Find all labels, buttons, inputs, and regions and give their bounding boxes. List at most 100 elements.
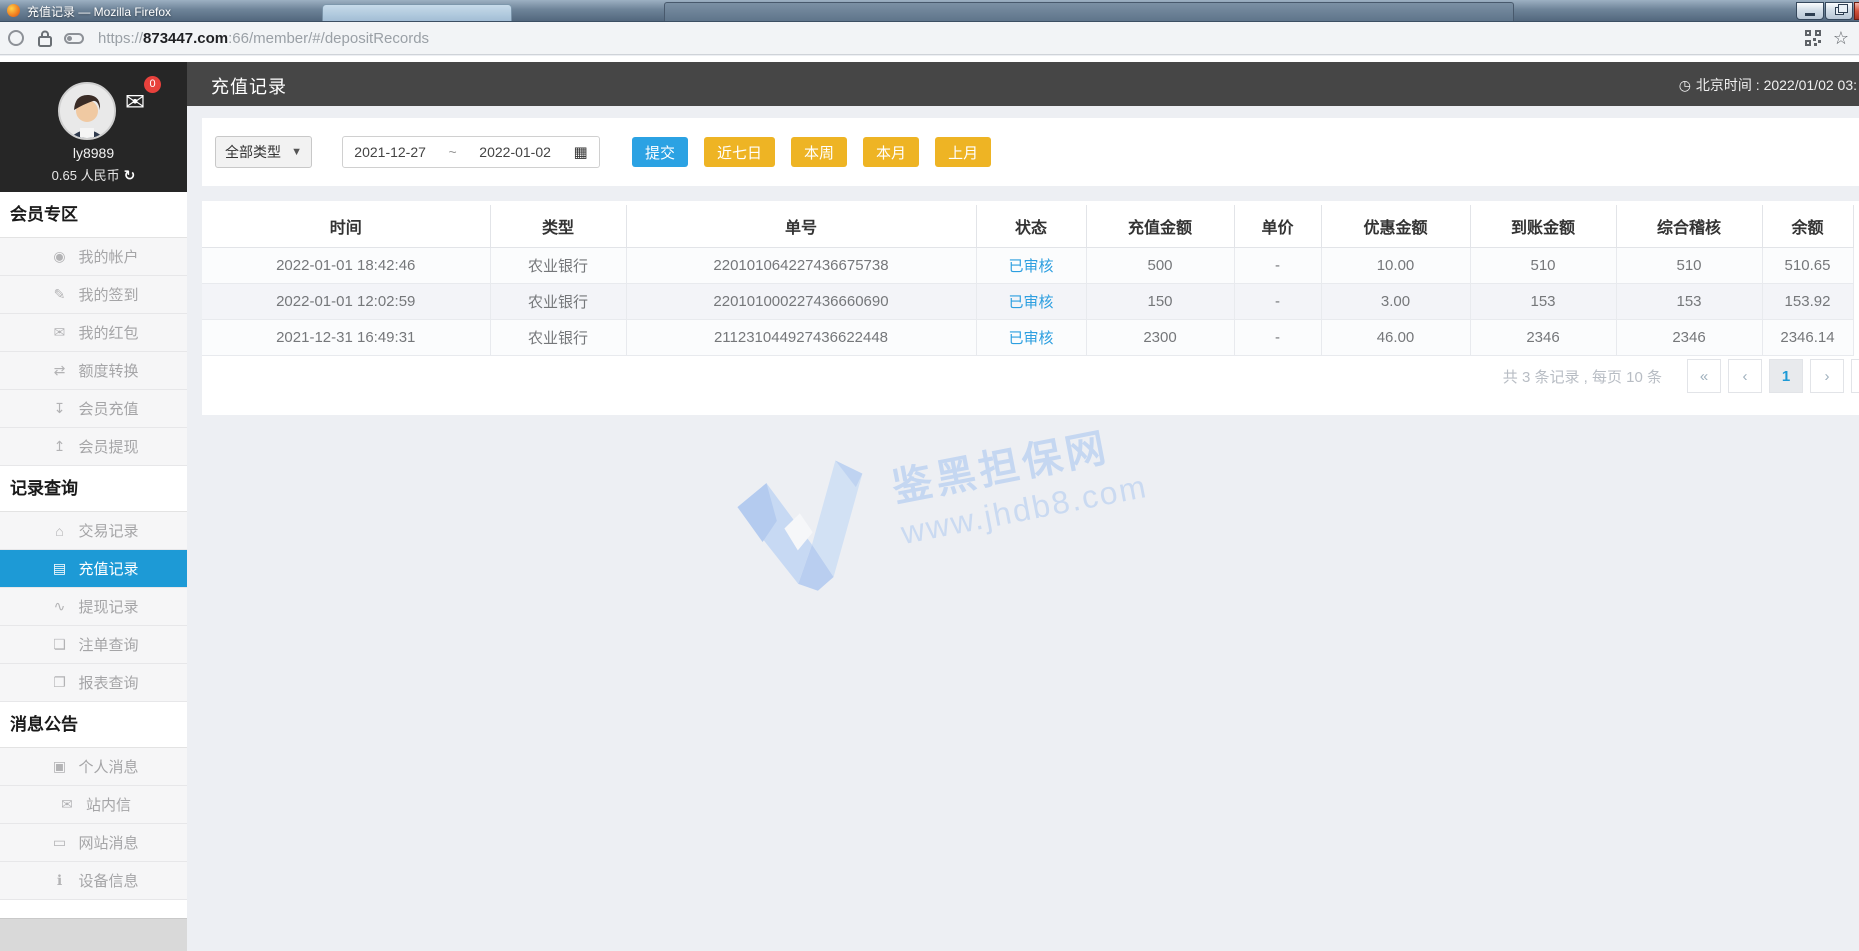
sidebar-item-label: 我的红包 <box>78 325 139 342</box>
calendar-icon[interactable]: ▦ <box>574 143 588 161</box>
url-domain: 873447.com <box>143 29 229 47</box>
cell-balance: 2346.14 <box>1762 319 1854 356</box>
id-card-icon: ▣ <box>52 758 67 774</box>
close-button[interactable] <box>1854 2 1859 20</box>
this-week-button[interactable]: 本周 <box>791 137 848 167</box>
cell-order-number: 220101064227436675738 <box>626 247 977 284</box>
date-end-value[interactable]: 2022-01-02 <box>479 144 551 160</box>
col-type: 类型 <box>490 205 627 248</box>
avatar[interactable] <box>58 82 116 140</box>
date-separator: ~ <box>448 144 457 160</box>
table-row: 2022-01-01 12:02:59 农业银行 220101000227436… <box>202 283 1854 320</box>
type-select-value: 全部类型 <box>225 144 281 160</box>
section-title-message-notice: 消息公告 <box>0 702 187 748</box>
message-count-badge: 0 <box>144 76 161 93</box>
sidebar-item-my-redpacket[interactable]: ✉ 我的红包 <box>0 314 187 352</box>
permissions-icon[interactable] <box>64 32 84 44</box>
cell-discount-amount: 10.00 <box>1321 247 1471 284</box>
qr-code-icon[interactable] <box>1804 30 1821 46</box>
sidebar-item-withdraw-records[interactable]: ∿ 提现记录 <box>0 588 187 626</box>
col-unit-price: 单价 <box>1234 205 1322 248</box>
pagination-first-button[interactable]: « <box>1687 359 1721 393</box>
restore-button[interactable] <box>1825 2 1853 20</box>
last-seven-days-button[interactable]: 近七日 <box>704 137 776 167</box>
browser-urlbar[interactable]: https://873447.com:66/member/#/depositRe… <box>0 22 1859 55</box>
pencil-icon: ✎ <box>53 286 66 302</box>
watermark-site-url: www.jhdb8.com <box>897 467 1151 551</box>
watermark-logo-icon <box>737 460 863 591</box>
sidebar-item-label: 会员提现 <box>78 439 139 456</box>
col-deposit-amount: 充值金额 <box>1086 205 1235 248</box>
date-range-input[interactable]: 2021-12-27 ~ 2022-01-02 ▦ <box>342 136 600 168</box>
cell-arrival-amount: 2346 <box>1470 319 1617 356</box>
user-circle-icon: ◉ <box>53 248 66 264</box>
deposit-card-icon: ▤ <box>52 560 67 576</box>
monitor-icon: ▭ <box>52 834 67 850</box>
minimize-button[interactable] <box>1796 2 1824 20</box>
this-month-button[interactable]: 本月 <box>863 137 920 167</box>
section-title-records-query: 记录查询 <box>0 466 187 512</box>
sidebar-item-label: 站内信 <box>85 797 131 814</box>
last-month-button[interactable]: 上月 <box>935 137 992 167</box>
chevron-down-icon: ▼ <box>291 146 302 158</box>
url-scheme: https:// <box>98 29 144 47</box>
sidebar-item-member-withdraw[interactable]: ↥ 会员提现 <box>0 428 187 466</box>
filter-panel: 全部类型 ▼ 2021-12-27 ~ 2022-01-02 ▦ 提交 近七日 本… <box>202 118 1859 186</box>
col-time: 时间 <box>202 205 491 248</box>
pagination-prev-button[interactable]: ‹ <box>1728 359 1762 393</box>
cell-unit-price: - <box>1234 247 1322 284</box>
minimize-icon <box>1805 12 1815 16</box>
sidebar-item-member-deposit[interactable]: ↧ 会员充值 <box>0 390 187 428</box>
sidebar-item-label: 交易记录 <box>78 523 139 540</box>
mail-icon: ✉ <box>61 796 73 812</box>
col-arrival-amount: 到账金额 <box>1470 205 1617 248</box>
profile-panel: ✉ 0 ly8989 0.65 人民币 ↻ <box>0 62 187 192</box>
window-title: 充值记录 — Mozilla Firefox <box>27 5 172 19</box>
lock-icon[interactable] <box>38 30 52 47</box>
cell-order-number: 211231044927436622448 <box>626 319 977 356</box>
cell-deposit-amount: 500 <box>1086 247 1235 284</box>
background-window-fragment <box>322 4 512 21</box>
sidebar-item-bet-query[interactable]: ❏ 注单查询 <box>0 626 187 664</box>
sidebar-item-my-account[interactable]: ◉ 我的帐户 <box>0 238 187 276</box>
download-icon: ↧ <box>53 400 66 416</box>
sidebar-item-site-mail[interactable]: ✉ 站内信 <box>0 786 187 824</box>
sidebar-item-personal-message[interactable]: ▣ 个人消息 <box>0 748 187 786</box>
date-start-value[interactable]: 2021-12-27 <box>354 144 426 160</box>
url-text[interactable]: https://873447.com:66/member/#/depositRe… <box>98 30 429 47</box>
cell-unit-price: - <box>1234 319 1322 356</box>
pagination-page-1-button[interactable]: 1 <box>1769 359 1803 393</box>
sidebar-item-label: 设备信息 <box>78 873 139 890</box>
status-link[interactable]: 已审核 <box>1008 330 1053 347</box>
page-action-circle-icon[interactable] <box>8 30 24 46</box>
sidebar-item-device-info[interactable]: ℹ 设备信息 <box>0 862 187 900</box>
beijing-time-text: 北京时间 : 2022/01/02 03: <box>1695 77 1857 93</box>
message-envelope-icon[interactable]: ✉ <box>125 88 145 117</box>
status-link[interactable]: 已审核 <box>1008 258 1053 275</box>
sidebar-item-my-checkin[interactable]: ✎ 我的签到 <box>0 276 187 314</box>
cell-deposit-amount: 150 <box>1086 283 1235 320</box>
refresh-balance-icon[interactable]: ↻ <box>124 167 136 183</box>
cell-arrival-amount: 153 <box>1470 283 1617 320</box>
status-link[interactable]: 已审核 <box>1008 294 1053 311</box>
sidebar-item-deposit-records[interactable]: ▤ 充值记录 <box>0 550 187 588</box>
pagination-next-button[interactable]: › <box>1810 359 1844 393</box>
balance-value: 0.65 人民币 <box>51 168 120 183</box>
table-row: 2022-01-01 18:42:46 农业银行 220101064227436… <box>202 247 1854 284</box>
cell-order-number: 220101000227436660690 <box>626 283 977 320</box>
background-window-fragment <box>664 2 1514 21</box>
pagination-last-button[interactable]: » <box>1851 359 1859 393</box>
upload-icon: ↥ <box>53 438 66 454</box>
bookmark-star-icon[interactable]: ☆ <box>1833 29 1849 47</box>
window-titlebar: 充值记录 — Mozilla Firefox <box>0 0 1859 22</box>
cell-balance: 510.65 <box>1762 247 1854 284</box>
sidebar-item-website-message[interactable]: ▭ 网站消息 <box>0 824 187 862</box>
cell-audit: 153 <box>1616 283 1763 320</box>
sidebar-item-transaction-records[interactable]: ⌂ 交易记录 <box>0 512 187 550</box>
type-select[interactable]: 全部类型 ▼ <box>215 136 312 168</box>
submit-button[interactable]: 提交 <box>632 137 689 167</box>
cell-time: 2021-12-31 16:49:31 <box>202 319 491 356</box>
sidebar-item-report-query[interactable]: ❐ 报表查询 <box>0 664 187 702</box>
cell-audit: 510 <box>1616 247 1763 284</box>
sidebar-item-quota-transfer[interactable]: ⇄ 额度转换 <box>0 352 187 390</box>
